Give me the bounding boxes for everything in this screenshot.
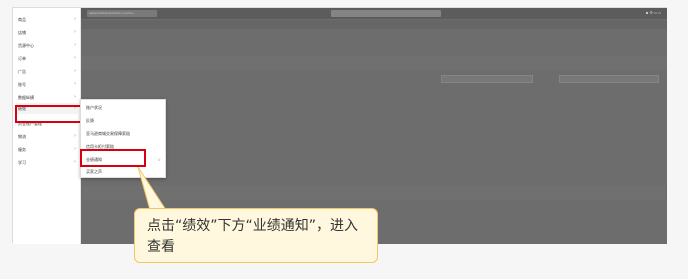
notice-strip — [81, 56, 667, 70]
menu-item-orders[interactable]: 订单 › — [16, 53, 78, 64]
chevron-right-icon: › — [74, 55, 76, 61]
menu-item-label: 物流 — [18, 134, 26, 139]
chevron-right-icon: › — [74, 81, 76, 87]
chevron-right-icon: › — [74, 68, 76, 74]
left-menu: 商品 › 店铺 › 货源中心 › 订单 › 广告 › 账号 › 数据纵横 › 绩效 › 资金账户… — [13, 8, 81, 244]
chevron-right-icon: › — [74, 146, 76, 152]
submenu-item-account-health[interactable]: 账户状况 — [86, 105, 102, 111]
menu-item-ads[interactable]: 广告 › — [16, 66, 78, 77]
menu-item-label: 学习 — [18, 160, 26, 165]
url-bar[interactable]: sellercentral.amazon.com/ho... — [87, 10, 157, 17]
menu-item-logistics[interactable]: 物流 › — [16, 131, 78, 142]
submenu-item-a-to-z-claims[interactable]: 亚马逊商城交易保障索赔 — [86, 131, 130, 137]
callout-pointer — [137, 166, 167, 211]
chevron-right-icon: › — [74, 42, 76, 48]
highlight-box-submenu — [80, 149, 146, 167]
filter-select — [441, 75, 533, 83]
menu-item-label: 账号 — [18, 82, 26, 87]
highlight-box-menu — [15, 105, 84, 123]
menu-item-label: 订单 — [18, 56, 26, 61]
menu-item-label: 服务 — [18, 147, 26, 152]
menu-item-label: 广告 — [18, 69, 26, 74]
menu-item-account[interactable]: 账号 › — [16, 79, 78, 90]
toolbar-icons: ▪ ⚙ ▫ ▫ — [645, 10, 661, 15]
star-icon[interactable]: ☆ — [157, 157, 161, 162]
chevron-right-icon: › — [74, 133, 76, 139]
submenu-item-feedback[interactable]: 反馈 — [86, 118, 94, 124]
chevron-right-icon: › — [74, 29, 76, 35]
chevron-right-icon: › — [74, 16, 76, 22]
menu-item-label: 店铺 — [18, 30, 26, 35]
chevron-right-icon: › — [74, 94, 76, 100]
menu-item-products[interactable]: 商品 › — [16, 14, 78, 25]
menu-item-data[interactable]: 数据纵横 › — [16, 92, 78, 103]
menu-item-label: 货源中心 — [18, 43, 34, 48]
footer-strip — [83, 186, 665, 200]
menu-item-label: 商品 — [18, 17, 26, 22]
menu-item-store[interactable]: 店铺 › — [16, 27, 78, 38]
search-bar[interactable] — [331, 10, 441, 17]
menu-item-services[interactable]: 服务 › — [16, 144, 78, 155]
menu-item-sourcing[interactable]: 货源中心 › — [16, 40, 78, 51]
filter-select — [559, 75, 659, 83]
instruction-callout: 点击“绩效”下方“业绩通知”，进入查看 — [134, 208, 378, 263]
menu-item-label: 数据纵横 — [18, 95, 34, 100]
sub-header-bar — [81, 20, 667, 29]
top-bar: sellercentral.amazon.com/ho... ▪ ⚙ ▫ ▫ — [81, 8, 667, 19]
submenu-item-voice-of-customer[interactable]: 买家之声 — [86, 169, 102, 175]
menu-item-learn[interactable]: 学习 › — [16, 157, 78, 168]
chevron-right-icon: › — [74, 159, 76, 165]
